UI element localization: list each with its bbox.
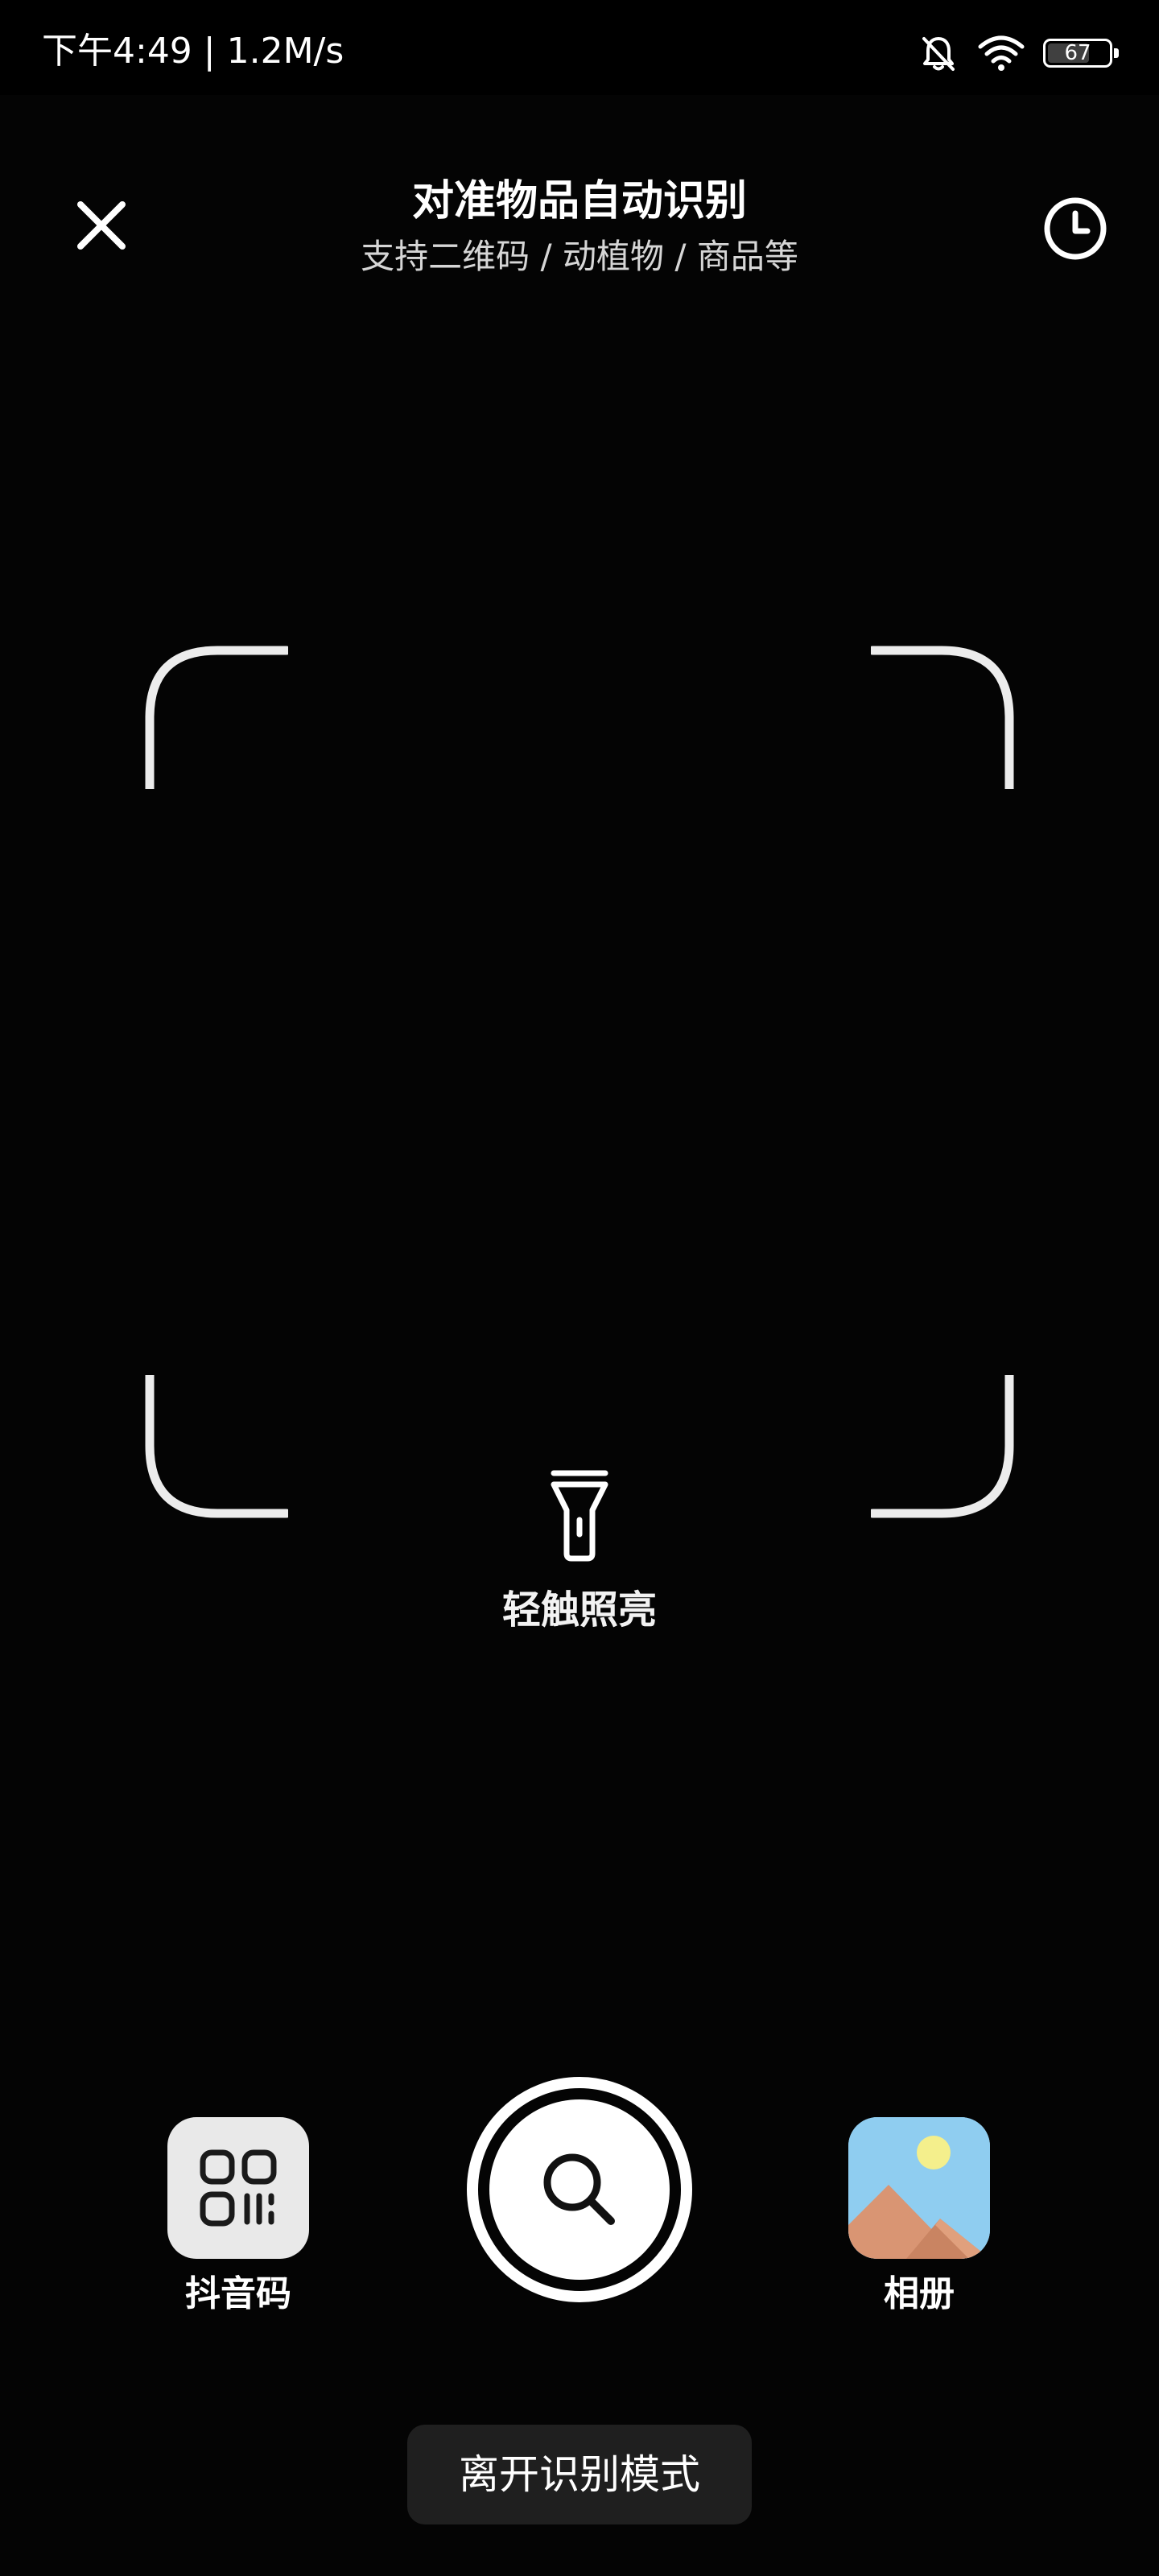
- flashlight-icon: [551, 1470, 608, 1562]
- album-button[interactable]: [848, 2117, 990, 2259]
- battery-tip: [1114, 48, 1119, 58]
- album-label[interactable]: 相册: [815, 2270, 1024, 2318]
- exit-recognition-button[interactable]: 离开识别模式: [407, 2425, 752, 2524]
- flashlight-label[interactable]: 轻触照亮: [0, 1584, 1159, 1636]
- bell-muted-icon: [922, 37, 955, 71]
- scan-screen: 下午4:49 | 1.2M/s 67 对准物品自动识别 支持二维码 / 动植物 …: [0, 0, 1159, 2576]
- status-bar: 下午4:49 | 1.2M/s 67: [0, 0, 1159, 95]
- scan-corner-top-left: [145, 646, 288, 789]
- battery-icon: 67: [1043, 39, 1119, 68]
- scan-corner-bottom-right: [871, 1375, 1014, 1518]
- page-title: 对准物品自动识别: [411, 177, 747, 225]
- douyin-code-button[interactable]: [167, 2117, 309, 2259]
- recognize-button-inner: [489, 2099, 670, 2280]
- clock-icon: [1044, 197, 1107, 260]
- history-button[interactable]: [1041, 195, 1109, 262]
- page-subtitle: 支持二维码 / 动植物 / 商品等: [361, 237, 798, 276]
- scan-corner-bottom-left: [145, 1375, 288, 1518]
- recognize-button[interactable]: [467, 2077, 692, 2302]
- qr-code-icon: [200, 2149, 277, 2227]
- douyin-code-label[interactable]: 抖音码: [134, 2270, 343, 2318]
- search-icon: [543, 2153, 615, 2225]
- wifi-icon: [978, 35, 1025, 71]
- status-icons: 67: [918, 31, 1119, 76]
- battery-level: 67: [1064, 41, 1091, 65]
- scan-corner-top-right: [871, 646, 1014, 789]
- status-time-speed: 下午4:49 | 1.2M/s: [42, 31, 344, 72]
- flashlight-button[interactable]: [547, 1467, 612, 1563]
- album-icon: [848, 2117, 990, 2259]
